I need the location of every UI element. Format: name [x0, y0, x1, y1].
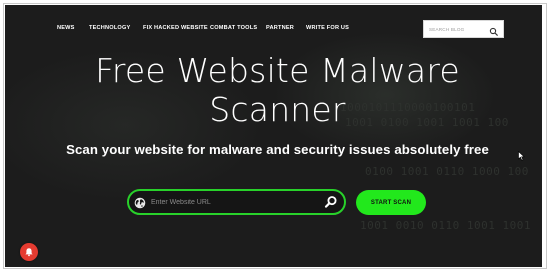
search-icon[interactable]	[489, 24, 499, 37]
browser-frame: 1000101110000100101 1001 0100 1001 1001 …	[3, 3, 547, 269]
binary-text: 1001 0010 0110 1001 1001	[360, 219, 531, 232]
magnifier-icon[interactable]	[324, 195, 338, 209]
nav-item-news[interactable]: NEWS	[57, 25, 75, 31]
website-url-input[interactable]	[151, 195, 321, 209]
mouse-cursor-icon	[518, 148, 525, 166]
page-title-line-1: Free Website Malware	[95, 51, 460, 90]
page-subtitle: Scan your website for malware and securi…	[66, 142, 489, 157]
nav-item-technology[interactable]: TECHNOLOGY	[89, 25, 130, 31]
nav-item-combat-tools[interactable]: COMBAT TOOLS	[210, 25, 257, 31]
start-scan-button[interactable]: START SCAN	[356, 190, 426, 215]
top-navigation: NEWS TECHNOLOGY FIX HACKED WEBSITE COMBA…	[5, 5, 542, 45]
nav-item-write-for-us[interactable]: WRITE FOR US	[306, 25, 349, 31]
globe-icon	[134, 196, 146, 209]
nav-item-fix-hacked-website[interactable]: FIX HACKED WEBSITE	[143, 25, 208, 31]
nav-item-partner[interactable]: PARTNER	[266, 25, 294, 31]
binary-text: 0100 1001 0110 1000 100	[365, 165, 529, 178]
notification-bell-button[interactable]	[20, 243, 38, 261]
page-title-line-2: Scanner	[209, 90, 346, 129]
hero-section: 1000101110000100101 1001 0100 1001 1001 …	[5, 5, 542, 267]
bell-icon	[25, 248, 33, 257]
search-blog-box[interactable]: SEARCH BLOG	[423, 20, 504, 38]
url-input-container	[127, 189, 346, 215]
search-blog-placeholder: SEARCH BLOG	[429, 27, 465, 32]
